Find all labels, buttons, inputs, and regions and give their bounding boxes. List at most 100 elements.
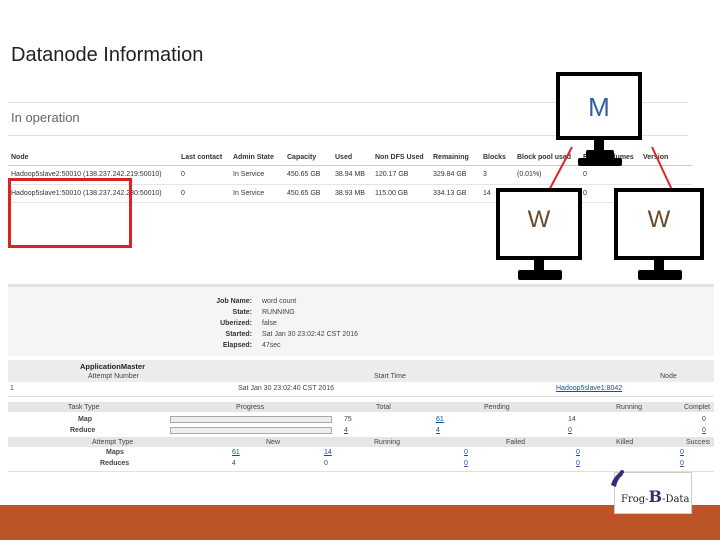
maps-killed-link[interactable]: 0 xyxy=(576,449,580,456)
am-node-link[interactable]: Hadoop5slave1:8042 xyxy=(556,385,622,392)
col-blocks[interactable]: Blocks xyxy=(480,152,514,166)
am-attempt-value: 1 xyxy=(10,385,14,392)
job-elapsed-label: Elapsed: xyxy=(222,342,252,349)
am-start-time-value: Sat Jan 30 23:02:40 CST 2016 xyxy=(238,385,334,392)
cell-last-contact: 0 xyxy=(178,165,230,185)
task-table-header xyxy=(8,402,714,412)
col-total: Total xyxy=(376,404,391,411)
job-elapsed-value: 47sec xyxy=(262,342,281,349)
map-total: 75 xyxy=(344,416,352,423)
job-name-label: Job Name: xyxy=(216,298,252,305)
job-started-value: Sat Jan 30 23:02:42 CST 2016 xyxy=(262,331,358,338)
col-attempt-number: Attempt Number xyxy=(88,373,139,380)
col-pending: Pending xyxy=(484,404,510,411)
col-used[interactable]: Used xyxy=(332,152,372,166)
map-pending-link[interactable]: 61 xyxy=(436,416,444,423)
job-started-label: Started: xyxy=(225,331,252,338)
col-new: New xyxy=(266,439,281,446)
col-attempt-type: Attempt Type xyxy=(92,439,134,446)
worker-monitor-2-base xyxy=(638,270,682,280)
job-overview-panel xyxy=(8,284,714,356)
task-type-map: Map xyxy=(78,416,92,423)
cell-blocks: 3 xyxy=(480,165,514,185)
cell-used: 38.93 MB xyxy=(332,184,372,204)
col-node-am: Node xyxy=(660,373,677,380)
logo-text: Frog-B-Data xyxy=(621,487,689,506)
col-non-dfs-used[interactable]: Non DFS Used xyxy=(372,152,430,166)
reduces-new: 4 xyxy=(232,460,236,467)
reduce-running-link[interactable]: 0 xyxy=(568,427,572,434)
col-start-time: Start Time xyxy=(374,373,406,380)
col-successful: Successful xyxy=(686,439,710,446)
cell-non-dfs: 115.00 GB xyxy=(372,184,430,204)
col-failed: Failed xyxy=(506,439,526,446)
node-highlight-box xyxy=(8,178,132,248)
job-uberized-label: Uberized: xyxy=(220,320,252,327)
page-title: Datanode Information xyxy=(11,44,204,66)
cell-admin-state: In Service xyxy=(230,184,284,204)
col-last-contact[interactable]: Last contact xyxy=(178,152,230,166)
job-state-value: RUNNING xyxy=(262,309,295,316)
cell-last-contact: 0 xyxy=(178,184,230,204)
reduce-complete-link[interactable]: 0 xyxy=(702,427,706,434)
col-remaining[interactable]: Remaining xyxy=(430,152,480,166)
master-monitor-screen: M xyxy=(556,72,642,140)
cell-remaining: 329.84 GB xyxy=(430,165,480,185)
reduce-total-link[interactable]: 4 xyxy=(344,427,348,434)
maps-successful-link[interactable]: 0 xyxy=(680,449,684,456)
footer-bar xyxy=(0,505,720,540)
table-row: Reduce 4 4 0 0 xyxy=(8,426,714,437)
cell-block-pool: (0.01%) xyxy=(514,165,580,185)
cell-failed: 0 xyxy=(580,165,640,185)
cell-remaining: 334.13 GB xyxy=(430,184,480,204)
table-row: Map 75 61 14 0 xyxy=(8,415,714,426)
am-divider xyxy=(8,396,714,397)
worker-label-2: W xyxy=(647,206,671,233)
maps-new-link[interactable]: 61 xyxy=(232,449,240,456)
col-capacity[interactable]: Capacity xyxy=(284,152,332,166)
col-node[interactable]: Node xyxy=(8,152,178,166)
job-uberized-value: false xyxy=(262,320,277,327)
table-row: Maps 61 14 0 0 0 xyxy=(8,449,714,460)
frog-b-data-logo: Frog-B-Data xyxy=(611,470,692,514)
reduces-killed-link[interactable]: 0 xyxy=(576,460,580,467)
logo-text-data: -Data xyxy=(662,494,690,505)
cell-capacity: 450.65 GB xyxy=(284,184,332,204)
task-type-reduce: Reduce xyxy=(70,427,96,434)
worker-label-1: W xyxy=(527,206,551,233)
maps-failed-link[interactable]: 0 xyxy=(464,449,468,456)
worker-monitor-1-screen: W xyxy=(496,188,582,260)
map-complete: 0 xyxy=(702,416,706,423)
col-admin-state[interactable]: Admin State xyxy=(230,152,284,166)
col-progress: Progress xyxy=(236,404,265,411)
cell-admin-state: In Service xyxy=(230,165,284,185)
col-complete: Complete xyxy=(684,404,710,411)
reduces-running: 0 xyxy=(324,460,328,467)
job-name-value: word count xyxy=(262,298,297,305)
master-monitor-foot xyxy=(578,158,622,166)
col-killed: Killed xyxy=(616,439,634,446)
attempt-type-reduces: Reduces xyxy=(100,460,130,467)
map-running: 14 xyxy=(568,416,576,423)
application-master-title: ApplicationMaster xyxy=(80,362,146,371)
reduces-successful-link[interactable]: 0 xyxy=(680,460,684,467)
col-attempt-running: Running xyxy=(374,439,401,446)
maps-running-link[interactable]: 14 xyxy=(324,449,332,456)
col-version[interactable]: Version xyxy=(640,152,692,166)
logo-text-frog: Frog- xyxy=(621,494,649,505)
reduces-failed-link[interactable]: 0 xyxy=(464,460,468,467)
reduce-pending-link[interactable]: 4 xyxy=(436,427,440,434)
section-title-in-operation: In operation xyxy=(11,110,80,125)
cell-capacity: 450.65 GB xyxy=(284,165,332,185)
cell-non-dfs: 120.17 GB xyxy=(372,165,430,185)
master-label: M xyxy=(588,92,610,122)
col-task-type: Task Type xyxy=(68,404,100,411)
worker-monitor-2-screen: W xyxy=(614,188,704,260)
logo-text-b: B xyxy=(648,487,663,506)
attempt-type-maps: Maps xyxy=(106,449,124,456)
col-block-pool-used[interactable]: Block pool used xyxy=(514,152,580,166)
job-state-label: State: xyxy=(232,309,252,316)
worker-monitor-1-base xyxy=(518,270,562,280)
map-progress-bar xyxy=(170,416,332,423)
reduce-progress-bar xyxy=(170,427,332,434)
